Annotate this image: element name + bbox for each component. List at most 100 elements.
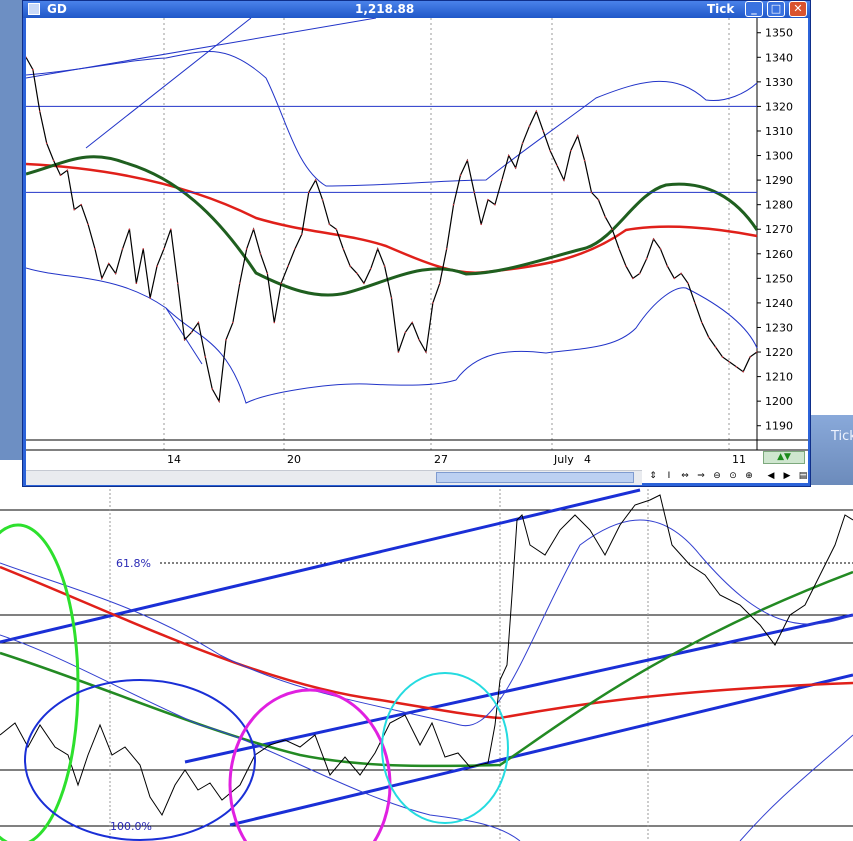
cursor-icon[interactable]: I bbox=[662, 469, 676, 483]
price-point bbox=[625, 265, 627, 267]
price-point bbox=[38, 110, 41, 113]
window-list-icon[interactable]: ▤ bbox=[796, 469, 810, 483]
x-tick-label: 27 bbox=[434, 453, 448, 466]
price-point bbox=[638, 272, 641, 275]
fib-label-100: 100.0% bbox=[110, 820, 152, 833]
price-point bbox=[507, 154, 510, 157]
y-tick-label: 1340 bbox=[765, 51, 793, 64]
trendline-upper bbox=[0, 488, 641, 644]
price-point bbox=[680, 272, 682, 275]
scroll-mode-icon[interactable]: ⇕ bbox=[646, 469, 660, 483]
price-point bbox=[128, 228, 131, 231]
price-point bbox=[549, 149, 551, 152]
y-tick-label: 1280 bbox=[765, 199, 793, 212]
price-point bbox=[563, 179, 565, 181]
bollinger-band-upper bbox=[0, 519, 853, 727]
price-point bbox=[514, 167, 517, 169]
price-point bbox=[494, 203, 496, 206]
x-tick-label: 11 bbox=[732, 453, 746, 466]
title-bar[interactable]: GD 1,218.88 Tick _ □ ✕ bbox=[23, 1, 810, 18]
price-point bbox=[156, 265, 158, 267]
price-point bbox=[328, 223, 331, 226]
close-button[interactable]: ✕ bbox=[789, 1, 807, 17]
price-point bbox=[170, 228, 172, 231]
scrollbar-thumb[interactable] bbox=[436, 472, 634, 483]
cyan-cycle-circle bbox=[381, 672, 509, 824]
y-tick-label: 1190 bbox=[765, 420, 793, 433]
plot-area[interactable]: 1350 1340 1330 1320 1310 1300 1290 1280 1270 1260… bbox=[26, 18, 810, 485]
maximize-button[interactable]: □ bbox=[767, 1, 785, 17]
price-point bbox=[487, 198, 489, 201]
trendline-lower bbox=[229, 673, 853, 827]
price-point bbox=[335, 228, 338, 231]
y-tick-label: 1270 bbox=[765, 223, 793, 236]
scroll-right-icon[interactable]: ▶ bbox=[780, 469, 794, 483]
price-point bbox=[218, 400, 220, 402]
y-tick-label: 1350 bbox=[765, 27, 793, 40]
price-point bbox=[438, 282, 441, 285]
price-point bbox=[163, 248, 165, 250]
fit-icon[interactable]: ⇔ bbox=[678, 469, 692, 483]
price-point bbox=[390, 297, 393, 299]
zoom-reset-icon[interactable]: ⊙ bbox=[726, 469, 740, 483]
compress-icon[interactable]: ⇒ bbox=[694, 469, 708, 483]
price-point bbox=[342, 248, 345, 250]
price-point bbox=[349, 265, 351, 267]
price-point bbox=[101, 277, 103, 280]
price-point bbox=[590, 191, 593, 194]
y-tick-label: 1240 bbox=[765, 297, 793, 310]
background-window-label: Tick bbox=[831, 429, 853, 444]
x-tick-label: 20 bbox=[287, 453, 301, 466]
price-point bbox=[87, 223, 89, 226]
desktop-background-right: Tick bbox=[811, 415, 853, 485]
price-point bbox=[666, 265, 669, 267]
minimize-button[interactable]: _ bbox=[745, 1, 763, 17]
bollinger-band-lower bbox=[26, 267, 758, 404]
price-point bbox=[445, 248, 448, 250]
price-point bbox=[466, 159, 469, 162]
timeframe-label: Tick bbox=[707, 2, 735, 16]
price-point bbox=[749, 356, 751, 358]
zoom-out-icon[interactable]: ⊖ bbox=[710, 469, 724, 483]
scroll-left-icon[interactable]: ◀ bbox=[764, 469, 778, 483]
price-point bbox=[425, 351, 427, 353]
autoscale-button[interactable]: ▲▼ bbox=[763, 451, 805, 464]
price-point bbox=[432, 302, 434, 304]
price-point bbox=[694, 302, 696, 304]
price-point bbox=[411, 321, 413, 324]
price-point bbox=[714, 346, 717, 348]
price-point bbox=[687, 282, 689, 285]
price-point bbox=[73, 208, 76, 211]
price-point bbox=[659, 248, 662, 250]
price-chart[interactable]: 1350 1340 1330 1320 1310 1300 1290 1280 1270 1260… bbox=[26, 18, 808, 483]
trendline-diagonal bbox=[85, 18, 252, 149]
y-tick-label: 1200 bbox=[765, 395, 793, 408]
price-point bbox=[252, 228, 255, 231]
symbol-label: GD bbox=[47, 2, 67, 16]
price-point bbox=[259, 252, 262, 255]
y-tick-label: 1260 bbox=[765, 248, 793, 261]
price-point bbox=[673, 277, 676, 280]
price-point bbox=[273, 321, 276, 324]
price-point bbox=[121, 248, 124, 250]
y-tick-label: 1300 bbox=[765, 150, 793, 163]
price-point bbox=[183, 338, 186, 341]
price-point bbox=[135, 282, 138, 285]
fib-label-618: 61.8% bbox=[116, 557, 151, 570]
price-point bbox=[480, 223, 482, 226]
x-tick-label: 14 bbox=[167, 453, 181, 466]
price-point bbox=[728, 361, 731, 363]
green-moving-average bbox=[0, 570, 853, 768]
y-tick-label: 1250 bbox=[765, 272, 793, 285]
price-point bbox=[287, 265, 289, 267]
zoom-in-icon[interactable]: ⊕ bbox=[742, 469, 756, 483]
price-point bbox=[604, 216, 607, 218]
chart-window[interactable]: GD 1,218.88 Tick _ □ ✕ 1350 1340 1330 1320 1… bbox=[22, 0, 811, 487]
price-point bbox=[66, 169, 69, 172]
y-tick-label: 1210 bbox=[765, 371, 793, 384]
y-tick-label: 1230 bbox=[765, 321, 793, 334]
price-point bbox=[418, 338, 420, 341]
horizontal-scrollbar[interactable] bbox=[26, 470, 642, 485]
price-point bbox=[576, 135, 579, 137]
price-point bbox=[570, 149, 572, 152]
